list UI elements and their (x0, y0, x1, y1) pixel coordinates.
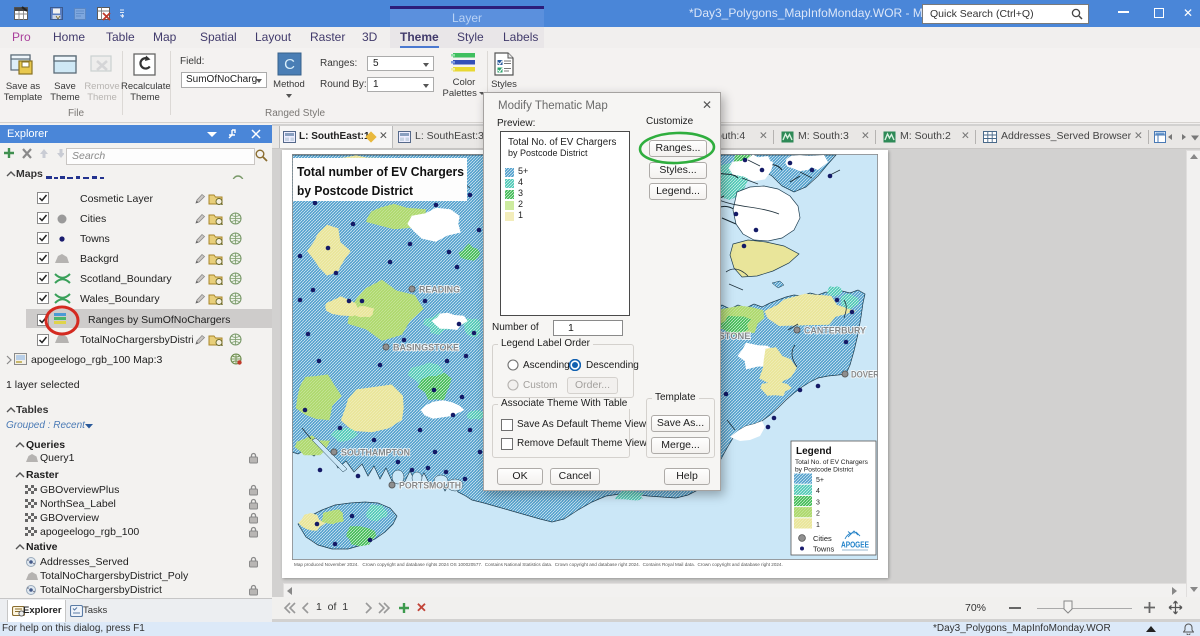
svg-text:CANTERBURY: CANTERBURY (804, 326, 867, 337)
svg-text:APOGEE: APOGEE (841, 541, 870, 550)
svg-text:5+: 5+ (816, 477, 824, 484)
svg-text:by Postcode District: by Postcode District (795, 467, 853, 474)
svg-text:1: 1 (816, 522, 820, 529)
svg-text:Cities: Cities (813, 534, 832, 543)
svg-text:PORTSMOUTH: PORTSMOUTH (399, 481, 461, 492)
svg-text:READING: READING (419, 285, 460, 296)
svg-text:4: 4 (816, 488, 820, 495)
svg-text:Total No. of EV Chargers: Total No. of EV Chargers (795, 459, 869, 466)
svg-text:by Postcode District: by Postcode District (297, 183, 414, 198)
svg-text:Total number of EV Chargers: Total number of EV Chargers (297, 164, 464, 179)
svg-text:DOVER: DOVER (851, 370, 878, 381)
svg-text:STONE: STONE (719, 331, 751, 342)
svg-text:Towns: Towns (813, 545, 835, 554)
svg-text:2: 2 (816, 511, 820, 518)
svg-text:3: 3 (816, 499, 820, 506)
svg-text:SOUTHAMPTON: SOUTHAMPTON (341, 448, 410, 459)
svg-text:BASINGSTOKE: BASINGSTOKE (393, 343, 459, 354)
svg-text:C: C (284, 56, 295, 73)
svg-text:Legend: Legend (796, 446, 832, 457)
